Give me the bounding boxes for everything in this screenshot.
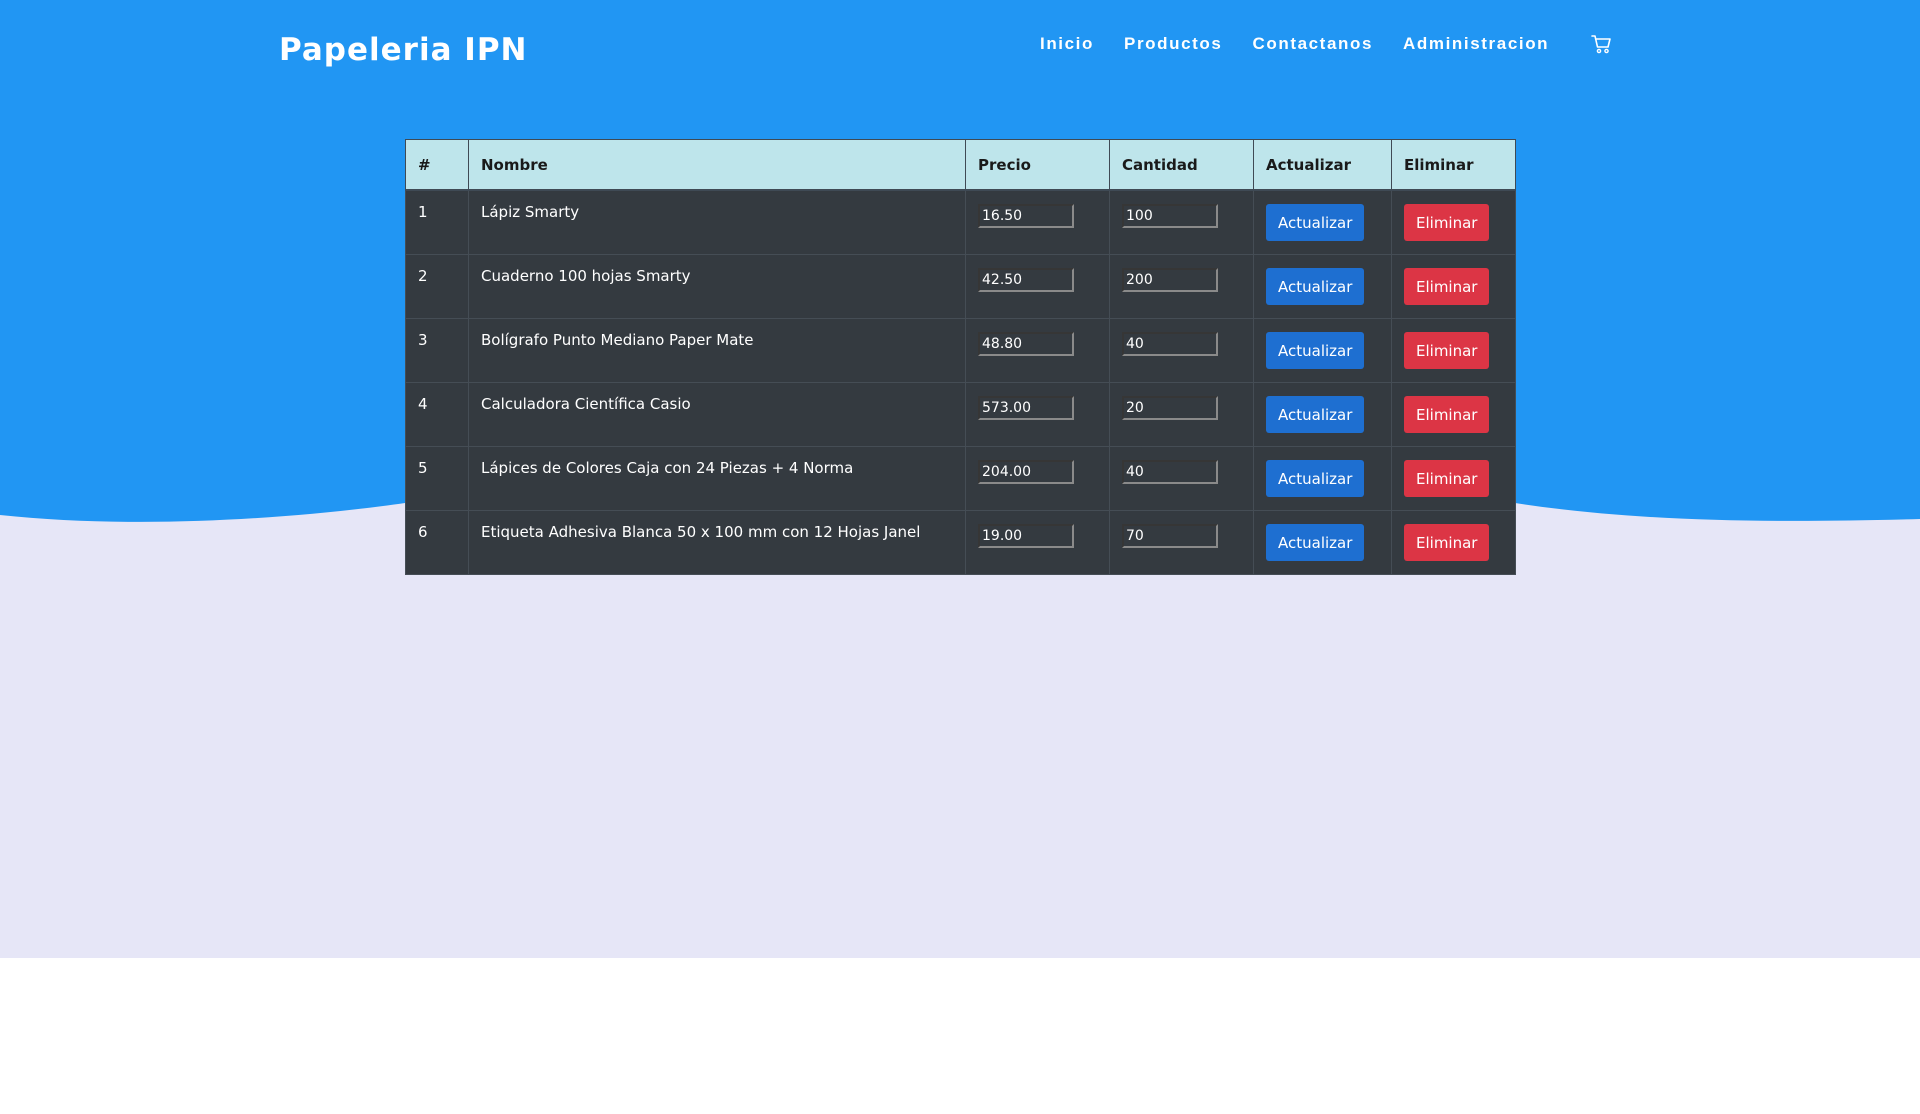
quantity-input[interactable] — [1122, 460, 1218, 484]
table-row: 5 Lápices de Colores Caja con 24 Piezas … — [405, 446, 1516, 511]
main-nav: Inicio Productos Contactanos Administrac… — [1040, 33, 1613, 55]
price-cell — [965, 189, 1110, 255]
update-cell: Actualizar — [1253, 318, 1392, 383]
price-cell — [965, 382, 1110, 447]
row-index: 6 — [405, 510, 469, 575]
header-index: # — [405, 139, 469, 191]
row-index: 2 — [405, 254, 469, 319]
delete-button[interactable]: Eliminar — [1404, 524, 1490, 561]
quantity-input[interactable] — [1122, 204, 1218, 228]
price-cell — [965, 510, 1110, 575]
quantity-input[interactable] — [1122, 268, 1218, 292]
quantity-input[interactable] — [1122, 524, 1218, 548]
product-name: Lápices de Colores Caja con 24 Piezas + … — [468, 446, 966, 511]
update-cell: Actualizar — [1253, 189, 1392, 255]
update-button[interactable]: Actualizar — [1266, 332, 1365, 369]
price-input[interactable] — [978, 524, 1074, 548]
update-button[interactable]: Actualizar — [1266, 524, 1365, 561]
delete-button[interactable]: Eliminar — [1404, 460, 1490, 497]
price-input[interactable] — [978, 332, 1074, 356]
table-row: 1 Lápiz Smarty Actualizar Eliminar — [405, 189, 1516, 255]
nav-link-contactanos[interactable]: Contactanos — [1252, 33, 1373, 55]
price-input[interactable] — [978, 268, 1074, 292]
update-button[interactable]: Actualizar — [1266, 268, 1365, 305]
delete-cell: Eliminar — [1391, 446, 1516, 511]
quantity-cell — [1109, 254, 1254, 319]
delete-button[interactable]: Eliminar — [1404, 268, 1490, 305]
table-row: 4 Calculadora Científica Casio Actualiza… — [405, 382, 1516, 447]
update-cell: Actualizar — [1253, 446, 1392, 511]
price-cell — [965, 254, 1110, 319]
update-button[interactable]: Actualizar — [1266, 204, 1365, 241]
delete-cell: Eliminar — [1391, 254, 1516, 319]
price-input[interactable] — [978, 396, 1074, 420]
product-name: Bolígrafo Punto Mediano Paper Mate — [468, 318, 966, 383]
nav-link-productos[interactable]: Productos — [1124, 33, 1222, 55]
delete-button[interactable]: Eliminar — [1404, 204, 1490, 241]
page: Papeleria IPN Inicio Productos Contactan… — [0, 0, 1920, 1114]
header-quantity: Cantidad — [1109, 139, 1254, 191]
product-name: Calculadora Científica Casio — [468, 382, 966, 447]
product-name: Lápiz Smarty — [468, 189, 966, 255]
delete-button[interactable]: Eliminar — [1404, 396, 1490, 433]
row-index: 1 — [405, 189, 469, 255]
product-name: Etiqueta Adhesiva Blanca 50 x 100 mm con… — [468, 510, 966, 575]
delete-cell: Eliminar — [1391, 382, 1516, 447]
table-row: 2 Cuaderno 100 hojas Smarty Actualizar E… — [405, 254, 1516, 319]
header-update: Actualizar — [1253, 139, 1392, 191]
update-button[interactable]: Actualizar — [1266, 460, 1365, 497]
table-row: 6 Etiqueta Adhesiva Blanca 50 x 100 mm c… — [405, 510, 1516, 575]
table-header-row: # Nombre Precio Cantidad Actualizar Elim… — [405, 139, 1516, 191]
update-cell: Actualizar — [1253, 510, 1392, 575]
nav-link-administracion[interactable]: Administracion — [1403, 33, 1549, 55]
nav-link-inicio[interactable]: Inicio — [1040, 33, 1094, 55]
header-name: Nombre — [468, 139, 966, 191]
header-price: Precio — [965, 139, 1110, 191]
quantity-cell — [1109, 510, 1254, 575]
quantity-cell — [1109, 382, 1254, 447]
price-input[interactable] — [978, 204, 1074, 228]
price-cell — [965, 318, 1110, 383]
header-delete: Eliminar — [1391, 139, 1516, 191]
table-row: 3 Bolígrafo Punto Mediano Paper Mate Act… — [405, 318, 1516, 383]
row-index: 4 — [405, 382, 469, 447]
update-cell: Actualizar — [1253, 382, 1392, 447]
quantity-cell — [1109, 446, 1254, 511]
price-input[interactable] — [978, 460, 1074, 484]
delete-button[interactable]: Eliminar — [1404, 332, 1490, 369]
cart-icon[interactable] — [1591, 33, 1613, 55]
price-cell — [965, 446, 1110, 511]
delete-cell: Eliminar — [1391, 318, 1516, 383]
update-cell: Actualizar — [1253, 254, 1392, 319]
update-button[interactable]: Actualizar — [1266, 396, 1365, 433]
quantity-cell — [1109, 189, 1254, 255]
quantity-cell — [1109, 318, 1254, 383]
row-index: 3 — [405, 318, 469, 383]
product-name: Cuaderno 100 hojas Smarty — [468, 254, 966, 319]
products-table-container: # Nombre Precio Cantidad Actualizar Elim… — [405, 139, 1516, 575]
delete-cell: Eliminar — [1391, 189, 1516, 255]
quantity-input[interactable] — [1122, 396, 1218, 420]
site-brand[interactable]: Papeleria IPN — [279, 32, 528, 68]
row-index: 5 — [405, 446, 469, 511]
delete-cell: Eliminar — [1391, 510, 1516, 575]
products-table: # Nombre Precio Cantidad Actualizar Elim… — [405, 139, 1516, 575]
quantity-input[interactable] — [1122, 332, 1218, 356]
